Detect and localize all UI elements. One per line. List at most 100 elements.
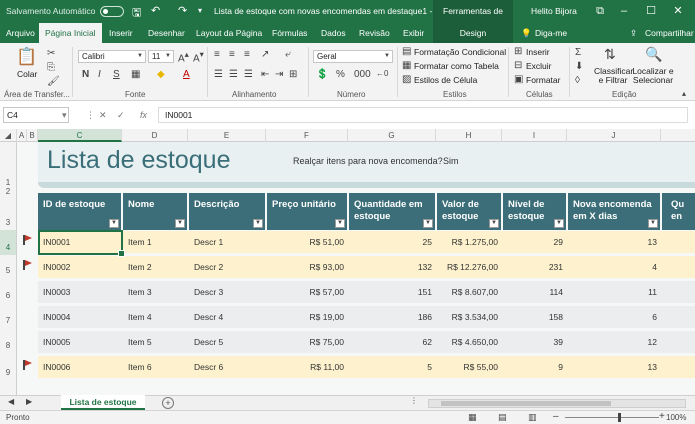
cell-name[interactable]: Item 6 [123,356,189,378]
cell-description[interactable]: Descr 4 [189,306,267,328]
cell-level[interactable]: 29 [503,231,568,253]
italic-icon[interactable]: I [98,69,101,80]
conditional-format-icon[interactable]: ▤ [402,46,411,57]
column-header-g[interactable]: G [348,129,436,142]
highlight-value[interactable]: Sim [443,156,459,166]
tab-revisao[interactable]: Revisão [359,23,390,43]
cancel-icon[interactable]: ✕ [99,110,107,121]
cell-reorder-days[interactable]: 6 [568,306,662,328]
normal-view-icon[interactable]: ▦ [468,412,477,423]
header-quantidade-encomenda[interactable]: Qu en [662,193,695,230]
user-name[interactable]: Helito Bijora [531,6,577,16]
filter-dropdown-icon[interactable]: ▼ [253,219,263,228]
tell-me-box[interactable]: Diga-me [535,23,567,43]
tab-layout-pagina[interactable]: Layout da Página [196,23,262,43]
cell-id[interactable]: IN0002 [38,256,123,278]
tab-desenhar[interactable]: Desenhar [148,23,185,43]
header-nova-encomenda[interactable]: Nova encomenda em X dias ▼ [568,193,662,230]
filter-dropdown-icon[interactable]: ▼ [335,219,345,228]
header-descricao[interactable]: Descrição ▼ [189,193,267,230]
conditional-format-button[interactable]: Formatação Condicional [414,47,506,57]
cell-description[interactable]: Descr 6 [189,356,267,378]
filter-dropdown-icon[interactable]: ▼ [489,219,499,228]
clear-icon[interactable]: ◊ [575,75,580,86]
percent-icon[interactable]: % [336,69,345,80]
increase-indent-icon[interactable]: ⇥ [275,69,283,80]
select-all-corner[interactable]: ◢ [0,129,17,142]
row-header-4[interactable]: 4 [0,230,16,255]
header-preco[interactable]: Preço unitário ▼ [267,193,349,230]
cell-quantity[interactable]: 62 [349,331,437,353]
page-layout-view-icon[interactable]: ▤ [498,412,507,423]
delete-cells-button[interactable]: Excluir [526,61,552,71]
cell-name[interactable]: Item 3 [123,281,189,303]
formula-input[interactable]: IN0001 [158,107,688,123]
delete-cells-icon[interactable]: ⊟ [514,60,522,71]
cell-styles-button[interactable]: Estilos de Célula [414,75,477,85]
close-icon[interactable]: ✕ [667,2,689,20]
worksheet[interactable]: Lista de estoque Realçar itens para nova… [17,142,695,395]
cell-value[interactable]: R$ 1.275,00 [437,231,503,253]
cell-reorder-days[interactable]: 12 [568,331,662,353]
tab-design[interactable]: Design [433,23,513,43]
cell-price[interactable]: R$ 19,00 [267,306,349,328]
column-header-b[interactable]: B [27,129,38,142]
restore-icon[interactable]: ⧉ [589,2,611,20]
align-center-icon[interactable]: ☰ [229,69,238,80]
shrink-font-icon[interactable]: A▾ [193,49,204,64]
row-header-3[interactable]: 3 [0,218,16,227]
tab-pagina-inicial[interactable]: Página Inicial [39,23,102,43]
fill-icon[interactable]: ⬇ [575,61,583,72]
find-icon[interactable]: 🔍 [645,46,662,63]
cell-price[interactable]: R$ 51,00 [267,231,349,253]
cell-value[interactable]: R$ 4.650,00 [437,331,503,353]
align-bottom-icon[interactable]: ≡ [244,49,250,60]
format-table-icon[interactable]: ▦ [402,60,411,71]
cell-value[interactable]: R$ 8.607,00 [437,281,503,303]
fill-color-icon[interactable]: ◆ [157,69,165,80]
font-color-icon[interactable]: A [183,69,190,80]
cell-styles-icon[interactable]: ▨ [402,74,411,85]
row-header-7[interactable]: 7 [0,316,16,325]
underline-icon[interactable]: S [113,69,120,80]
header-id[interactable]: ID de estoque ▼ [38,193,123,230]
enter-icon[interactable]: ✓ [117,110,125,121]
find-select-button[interactable]: Localizar e Selecionar [630,67,676,85]
cell-value[interactable]: R$ 3.534,00 [437,306,503,328]
highlight-label[interactable]: Realçar itens para nova encomenda? [293,156,443,166]
cell-price[interactable]: R$ 11,00 [267,356,349,378]
column-header-h[interactable]: H [436,129,502,142]
customize-qat-icon[interactable]: ▾ [198,6,202,15]
save-icon[interactable]: 🖫 [132,4,141,23]
align-top-icon[interactable]: ≡ [214,49,220,60]
cell-level[interactable]: 39 [503,331,568,353]
row-header-5[interactable]: 5 [0,266,16,275]
sheet-title[interactable]: Lista de estoque [47,146,230,175]
filter-dropdown-icon[interactable]: ▼ [554,219,564,228]
align-left-icon[interactable]: ☰ [214,69,223,80]
zoom-in-icon[interactable]: + [659,411,665,422]
sort-filter-icon[interactable]: ⇅ [604,46,616,63]
decrease-indent-icon[interactable]: ⇤ [261,69,269,80]
paste-icon[interactable]: 📋 [16,47,37,67]
cell-reorder-days[interactable]: 13 [568,231,662,253]
cell-price[interactable]: R$ 75,00 [267,331,349,353]
scrollbar-thumb[interactable] [441,401,611,406]
insert-cells-icon[interactable]: ⊞ [514,46,522,57]
borders-icon[interactable]: ▦ [131,69,140,80]
bold-icon[interactable]: N [82,69,89,80]
sheet-tab-lista-estoque[interactable]: Lista de estoque [61,395,145,410]
cell-name[interactable]: Item 5 [123,331,189,353]
increase-decimal-icon[interactable]: ←0 [376,69,388,78]
cell-level[interactable]: 9 [503,356,568,378]
header-quantidade[interactable]: Quantidade em estoque ▼ [349,193,437,230]
cell-level[interactable]: 158 [503,306,568,328]
header-nivel[interactable]: Nível de estoque ▼ [503,193,568,230]
align-middle-icon[interactable]: ≡ [229,49,235,60]
collapse-ribbon-icon[interactable]: ▴ [682,89,686,98]
row-header-8[interactable]: 8 [0,341,16,350]
zoom-level[interactable]: 100% [666,413,686,422]
cell-level[interactable]: 231 [503,256,568,278]
align-right-icon[interactable]: ☰ [244,69,253,80]
tab-formulas[interactable]: Fórmulas [272,23,307,43]
